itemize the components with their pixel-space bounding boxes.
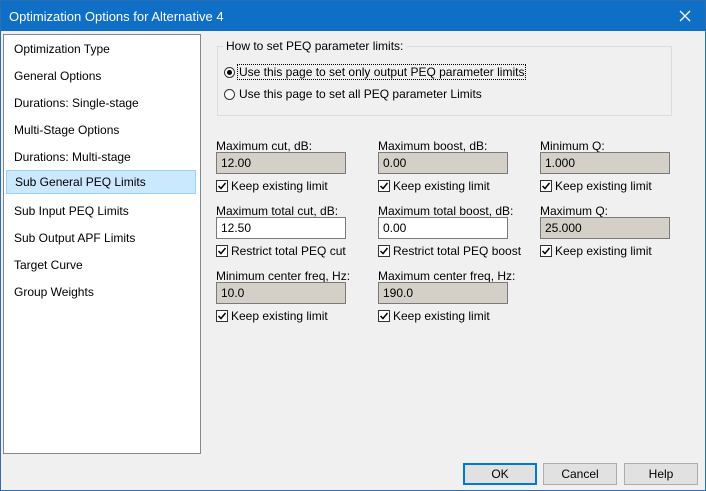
max-total-cut-field[interactable]: 12.50 [216, 217, 346, 239]
checkbox-checked-icon [540, 180, 552, 192]
max-freq-keep-checkbox[interactable]: Keep existing limit [378, 309, 490, 323]
max-boost-field[interactable]: 0.00 [378, 152, 508, 174]
max-boost-keep-checkbox[interactable]: Keep existing limit [378, 179, 490, 193]
sidebar-item-optimization-type[interactable]: Optimization Type [6, 37, 196, 61]
min-freq-label: Minimum center freq, Hz: [216, 269, 351, 283]
sidebar-item-sub-general-peq[interactable]: Sub General PEQ Limits [6, 170, 196, 194]
checkbox-checked-icon [216, 180, 228, 192]
checkbox-checked-icon [540, 245, 552, 257]
sidebar-item-durations-single[interactable]: Durations: Single-stage [6, 91, 196, 115]
radio-all-peq-label: Use this page to set all PEQ parameter L… [239, 87, 482, 101]
checkbox-checked-icon [378, 245, 390, 257]
sidebar-item-target-curve[interactable]: Target Curve [6, 253, 196, 277]
radio-output-only[interactable]: Use this page to set only output PEQ par… [224, 64, 527, 80]
min-q-keep-checkbox[interactable]: Keep existing limit [540, 179, 652, 193]
window-title: Optimization Options for Alternative 4 [9, 9, 224, 24]
close-button[interactable] [665, 1, 705, 31]
max-freq-keep-label: Keep existing limit [393, 309, 490, 323]
close-icon [679, 10, 691, 22]
max-total-cut-label: Maximum total cut, dB: [216, 204, 339, 218]
peq-mode-group-title: How to set PEQ parameter limits: [223, 39, 407, 53]
peq-mode-group [217, 46, 672, 116]
max-cut-keep-checkbox[interactable]: Keep existing limit [216, 179, 328, 193]
sidebar-item-durations-multi[interactable]: Durations: Multi-stage [6, 145, 196, 169]
min-freq-field[interactable]: 10.0 [216, 282, 346, 304]
min-q-field[interactable]: 1.000 [540, 152, 670, 174]
sidebar-item-group-weights[interactable]: Group Weights [6, 280, 196, 304]
sidebar-item-general-options[interactable]: General Options [6, 64, 196, 88]
help-button[interactable]: Help [624, 463, 698, 485]
restrict-boost-checkbox[interactable]: Restrict total PEQ boost [378, 244, 521, 258]
max-q-keep-checkbox[interactable]: Keep existing limit [540, 244, 652, 258]
sidebar-item-sub-input-peq[interactable]: Sub Input PEQ Limits [6, 199, 196, 223]
sidebar-item-multistage-options[interactable]: Multi-Stage Options [6, 118, 196, 142]
min-freq-keep-checkbox[interactable]: Keep existing limit [216, 309, 328, 323]
checkbox-checked-icon [216, 245, 228, 257]
max-freq-label: Maximum center freq, Hz: [378, 269, 516, 283]
min-q-keep-label: Keep existing limit [555, 179, 652, 193]
cancel-button[interactable]: Cancel [543, 463, 617, 485]
max-total-boost-field[interactable]: 0.00 [378, 217, 508, 239]
radio-unselected-icon [224, 88, 235, 100]
max-q-label: Maximum Q: [540, 204, 609, 218]
max-cut-field[interactable]: 12.00 [216, 152, 346, 174]
radio-all-peq[interactable]: Use this page to set all PEQ parameter L… [224, 87, 483, 101]
max-q-keep-label: Keep existing limit [555, 244, 652, 258]
checkbox-checked-icon [378, 180, 390, 192]
sidebar-item-sub-output-apf[interactable]: Sub Output APF Limits [6, 226, 196, 250]
checkbox-checked-icon [216, 310, 228, 322]
title-bar[interactable]: Optimization Options for Alternative 4 [1, 1, 705, 31]
max-q-field[interactable]: 25.000 [540, 217, 670, 239]
max-cut-keep-label: Keep existing limit [231, 179, 328, 193]
checkbox-checked-icon [378, 310, 390, 322]
max-boost-keep-label: Keep existing limit [393, 179, 490, 193]
max-total-boost-label: Maximum total boost, dB: [378, 204, 514, 218]
restrict-cut-checkbox[interactable]: Restrict total PEQ cut [216, 244, 346, 258]
ok-button[interactable]: OK [463, 463, 537, 485]
min-freq-keep-label: Keep existing limit [231, 309, 328, 323]
max-boost-label: Maximum boost, dB: [378, 139, 488, 153]
restrict-cut-label: Restrict total PEQ cut [231, 244, 346, 258]
max-freq-field[interactable]: 190.0 [378, 282, 508, 304]
max-cut-label: Maximum cut, dB: [216, 139, 313, 153]
radio-selected-icon [224, 66, 235, 78]
radio-output-only-label: Use this page to set only output PEQ par… [236, 64, 527, 80]
options-sidebar: Optimization Type General Options Durati… [3, 34, 201, 454]
min-q-label: Minimum Q: [540, 139, 605, 153]
restrict-boost-label: Restrict total PEQ boost [393, 244, 522, 258]
